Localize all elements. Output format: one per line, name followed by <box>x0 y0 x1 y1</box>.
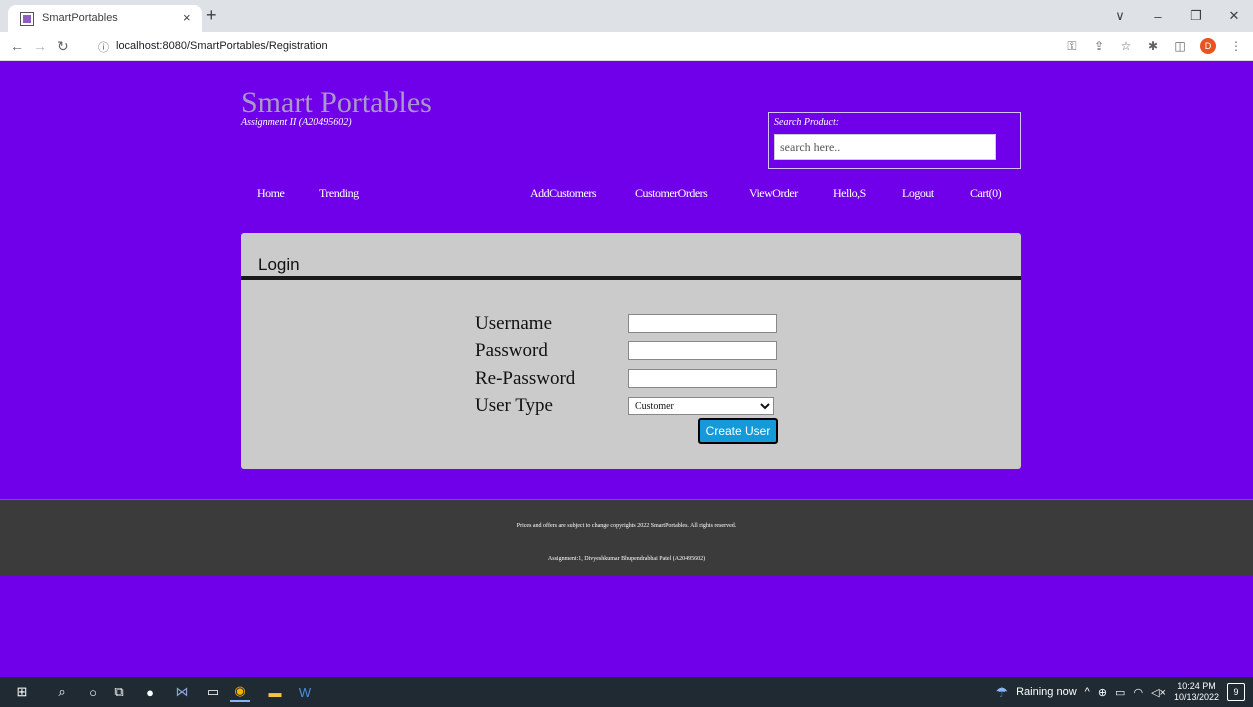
card-divider <box>241 276 1021 280</box>
file-explorer-icon[interactable]: ▬ <box>265 682 285 702</box>
nav-cart-link[interactable]: Cart(0) <box>970 186 1002 201</box>
site-favicon-icon <box>20 12 34 26</box>
repassword-label: Re-Password <box>475 368 576 389</box>
clock-time: 10:24 PM <box>1177 681 1216 691</box>
tab-search-icon[interactable]: ∨ <box>1101 0 1139 32</box>
window-controls: ∨ – ❐ ✕ <box>1101 0 1253 32</box>
site-info-icon[interactable]: ⓘ <box>98 39 109 55</box>
tray-chevron-up-icon[interactable]: ^ <box>1085 686 1090 698</box>
side-panel-icon[interactable]: ◫ <box>1173 38 1187 54</box>
clock-date: 10/13/2022 <box>1173 692 1219 702</box>
system-tray: ☂ Raining now ^ ⊕ ▭ ◠ ◁× 10:24 PM 10/13/… <box>996 677 1245 707</box>
extensions-icon[interactable]: ✱ <box>1146 38 1160 54</box>
profile-avatar[interactable]: D <box>1200 38 1216 54</box>
notification-center-icon[interactable]: 9 <box>1227 683 1245 701</box>
page-content: Smart Portables Assignment II (A20495602… <box>0 61 1253 677</box>
footer-author: Assignment:1, Divyeshkumar Bhupendrabhai… <box>547 556 706 562</box>
os-taskbar: ⊞ ⌕ ○ ⧉ ● ⋈ ▭ ◉ ▬ W ☂ Raining now ^ ⊕ ▭ … <box>0 677 1253 707</box>
cortana-icon[interactable]: ○ <box>83 682 103 702</box>
terminal-app-icon[interactable]: ▭ <box>203 682 223 702</box>
restore-button[interactable]: ❐ <box>1177 0 1215 32</box>
nav-user-greeting-link[interactable]: Hello,S <box>833 186 866 201</box>
username-label: Username <box>475 313 553 334</box>
nav-home-link[interactable]: Home <box>257 186 285 201</box>
battery-icon[interactable]: ▭ <box>1115 686 1125 699</box>
password-label: Password <box>475 340 548 361</box>
windows-start-icon[interactable]: ⊞ <box>12 682 32 702</box>
browser-toolbar: ← → ↻ ⓘ localhost:8080/SmartPortables/Re… <box>0 32 1253 61</box>
new-tab-button[interactable]: + <box>206 6 217 24</box>
vscode-app-icon[interactable]: ⋈ <box>172 682 192 702</box>
weather-umbrella-icon[interactable]: ☂ <box>996 684 1009 701</box>
nav-view-order-link[interactable]: ViewOrder <box>749 186 798 201</box>
minimize-button[interactable]: – <box>1139 0 1177 32</box>
close-window-button[interactable]: ✕ <box>1215 0 1253 32</box>
network-icon[interactable]: ⊕ <box>1098 686 1107 699</box>
repassword-field[interactable] <box>628 369 777 388</box>
bookmark-star-icon[interactable]: ☆ <box>1119 38 1133 54</box>
search-input[interactable] <box>774 134 996 160</box>
registration-card: Login Username Password Re-Password User… <box>241 233 1021 469</box>
back-arrow-icon[interactable]: ← <box>10 38 24 54</box>
share-icon[interactable]: ⇪ <box>1092 38 1106 54</box>
password-field[interactable] <box>628 341 777 360</box>
create-user-button[interactable]: Create User <box>698 418 778 444</box>
tab-title: SmartPortables <box>42 12 118 24</box>
site-brand-title[interactable]: Smart Portables <box>241 86 432 120</box>
footer-copyright: Prices and offers are subject to change … <box>516 523 737 529</box>
search-icon[interactable]: ⌕ <box>52 682 72 702</box>
username-field[interactable] <box>628 314 777 333</box>
word-app-icon[interactable]: W <box>295 682 315 702</box>
site-subtitle: Assignment II (A20495602) <box>241 117 352 128</box>
address-bar[interactable]: ⓘ localhost:8080/SmartPortables/Registra… <box>92 36 1052 57</box>
toolbar-actions: ⚿ ⇪ ☆ ✱ ◫ D ⋮ <box>1065 38 1243 54</box>
tab-close-icon[interactable]: × <box>183 10 191 25</box>
nav-logout-link[interactable]: Logout <box>902 186 934 201</box>
url-text[interactable]: localhost:8080/SmartPortables/Registrati… <box>116 40 328 52</box>
menu-kebab-icon[interactable]: ⋮ <box>1229 38 1243 54</box>
forward-arrow-icon[interactable]: → <box>33 38 47 54</box>
weather-status[interactable]: Raining now <box>1016 686 1077 698</box>
card-header: Login <box>241 233 1021 279</box>
mongodb-app-icon[interactable]: ● <box>140 682 160 702</box>
nav-customer-orders-link[interactable]: CustomerOrders <box>635 186 708 201</box>
browser-tabstrip: SmartPortables × + ∨ – ❐ ✕ <box>0 0 1253 32</box>
volume-icon[interactable]: ◁× <box>1151 686 1166 699</box>
reload-icon[interactable]: ↻ <box>57 38 69 54</box>
nav-trending-link[interactable]: Trending <box>319 186 359 201</box>
chrome-app-icon[interactable]: ◉ <box>230 682 250 702</box>
key-icon[interactable]: ⚿ <box>1065 38 1079 54</box>
browser-tab[interactable]: SmartPortables × <box>8 5 202 32</box>
wifi-icon[interactable]: ◠ <box>1133 686 1143 699</box>
search-panel: Search Product: <box>768 112 1021 169</box>
task-view-icon[interactable]: ⧉ <box>109 682 129 702</box>
usertype-select[interactable]: Customer <box>628 397 774 415</box>
system-clock[interactable]: 10:24 PM 10/13/2022 <box>1174 681 1219 703</box>
usertype-label: User Type <box>475 395 553 416</box>
nav-add-customers-link[interactable]: AddCustomers <box>530 186 597 201</box>
search-label: Search Product: <box>774 117 840 128</box>
site-footer: Prices and offers are subject to change … <box>0 499 1253 576</box>
card-title: Login <box>258 255 300 274</box>
